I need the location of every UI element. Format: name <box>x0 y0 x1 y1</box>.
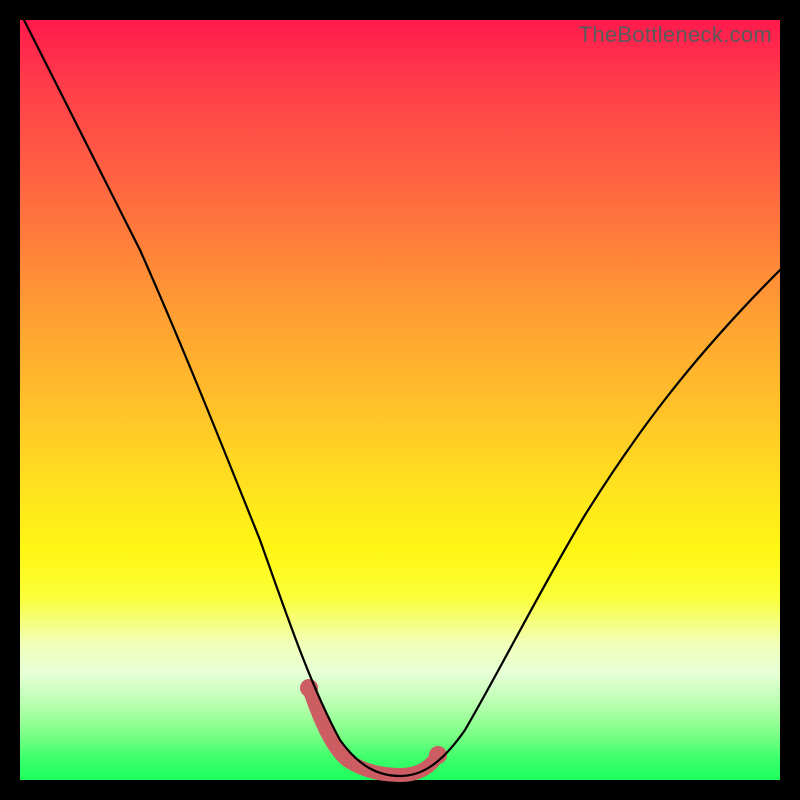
plot-area: TheBottleneck.com <box>20 20 780 780</box>
chart-frame: TheBottleneck.com <box>0 0 800 800</box>
bottleneck-curve <box>20 12 780 776</box>
optimal-range-highlight <box>309 688 438 775</box>
curve-layer <box>20 20 780 780</box>
